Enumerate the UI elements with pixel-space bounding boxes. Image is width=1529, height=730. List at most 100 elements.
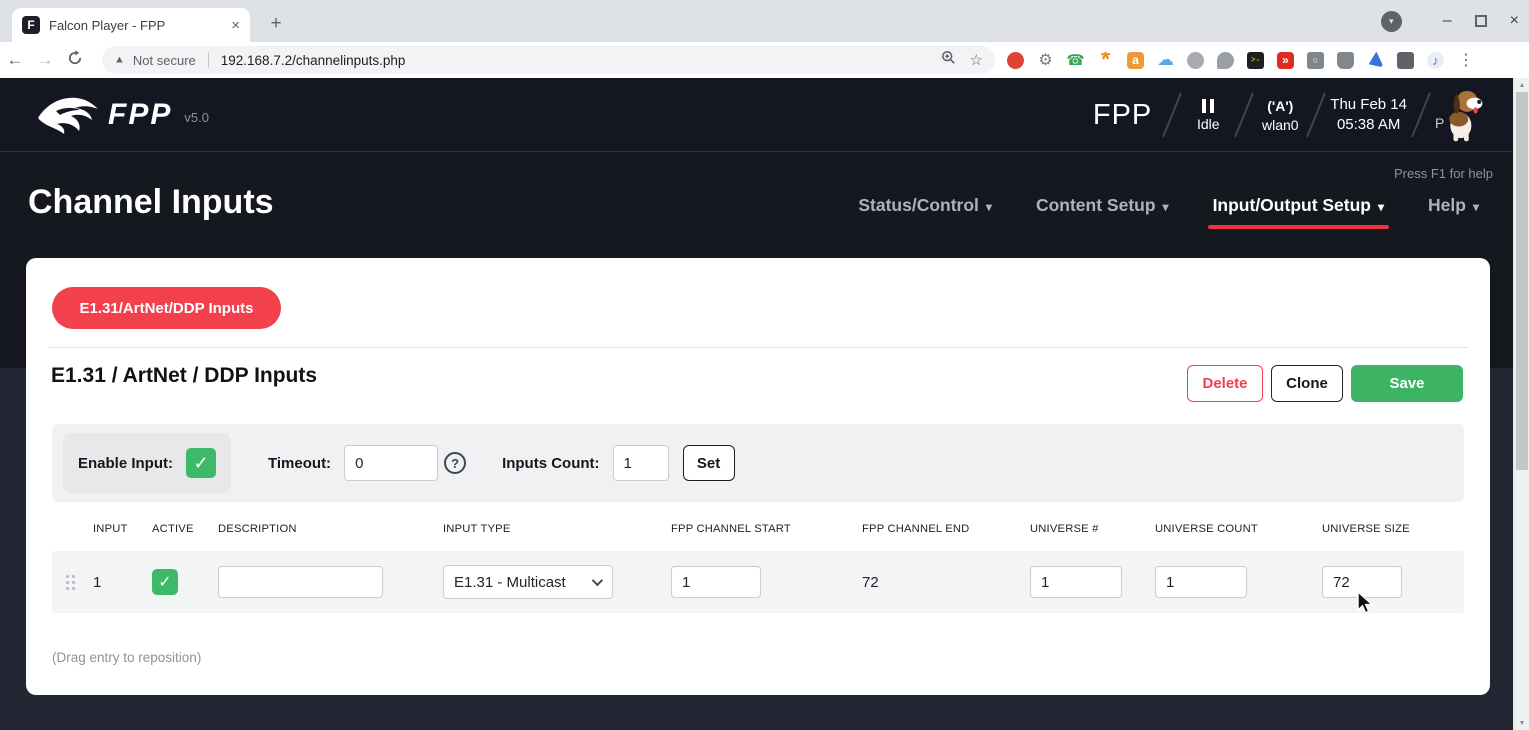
zoom-icon[interactable] xyxy=(941,50,956,70)
col-input: INPUT xyxy=(93,523,152,535)
divider xyxy=(208,52,209,68)
content-card: E1.31/ArtNet/DDP Inputs E1.31 / ArtNet /… xyxy=(26,258,1490,695)
new-tab-button[interactable]: + xyxy=(262,10,290,38)
tablet-icon[interactable]: ○ xyxy=(1307,52,1324,69)
enable-input-label: Enable Input: xyxy=(78,455,173,472)
time-label: 05:38 AM xyxy=(1330,115,1407,135)
wifi-icon: ('A') xyxy=(1267,98,1293,114)
mouse-cursor xyxy=(1356,591,1378,615)
input-type-select[interactable]: E1.31 - Multicast xyxy=(443,565,613,599)
menu-content-setup[interactable]: Content Setup ▾ xyxy=(1036,195,1169,216)
chevron-down-icon: ▾ xyxy=(1163,200,1169,214)
save-button[interactable]: Save xyxy=(1351,365,1463,402)
drag-hint: (Drag entry to reposition) xyxy=(52,650,201,665)
forward-icon: → xyxy=(30,50,60,70)
enable-input-checkbox[interactable]: ✓ xyxy=(186,448,216,478)
tab-close-icon[interactable]: × xyxy=(231,17,240,34)
table-header: INPUT ACTIVE DESCRIPTION INPUT TYPE FPP … xyxy=(52,516,1464,542)
favicon: F xyxy=(22,16,40,34)
scroll-down-icon[interactable]: ▼ xyxy=(1514,716,1529,730)
pause-icon xyxy=(1202,99,1214,113)
status-label: Idle xyxy=(1197,116,1220,132)
host-name: FPP xyxy=(1093,99,1152,132)
timeout-label: Timeout: xyxy=(268,455,331,472)
extensions-row: ⚙ ☎ * a ☁ >- » ○ ♪ xyxy=(1007,52,1444,69)
scroll-up-icon[interactable]: ▲ xyxy=(1514,78,1529,92)
minimize-button[interactable]: – xyxy=(1443,12,1452,30)
table-row: 1 ✓ E1.31 - Multicast 72 xyxy=(52,551,1464,613)
col-universe-number: UNIVERSE # xyxy=(1030,523,1155,535)
amazon-icon[interactable]: a xyxy=(1127,52,1144,69)
video-icon[interactable]: » xyxy=(1277,52,1294,69)
fpp-header: FPP v5.0 FPP Idle ('A') wlan0 Thu Feb 14… xyxy=(0,78,1513,152)
description-input[interactable] xyxy=(218,566,383,598)
tab-e131-artnet-ddp-inputs[interactable]: E1.31/ArtNet/DDP Inputs xyxy=(52,287,281,329)
section-title: E1.31 / ArtNet / DDP Inputs xyxy=(51,364,317,388)
fpp-logo-text[interactable]: FPP xyxy=(108,98,172,132)
scrollbar-thumb[interactable] xyxy=(1516,92,1528,470)
sun-icon[interactable]: * xyxy=(1097,52,1114,69)
col-input-type: INPUT TYPE xyxy=(443,523,671,535)
set-button[interactable]: Set xyxy=(683,445,735,481)
scrollbar[interactable]: ▲ ▼ xyxy=(1513,78,1529,730)
page-title: Channel Inputs xyxy=(28,183,274,222)
music-icon[interactable]: ♪ xyxy=(1427,52,1444,69)
gear-icon[interactable]: ⚙ xyxy=(1037,52,1054,69)
back-icon[interactable]: ← xyxy=(0,50,30,70)
browser-toolbar: ← → ▲ Not secure 192.168.7.2/channelinpu… xyxy=(0,42,1529,78)
refresh-icon[interactable] xyxy=(60,50,90,71)
inputs-count-input[interactable] xyxy=(613,445,669,481)
bookmark-star-icon[interactable]: ☆ xyxy=(970,51,983,69)
network-status: ('A') wlan0 xyxy=(1258,98,1302,133)
fpp-channel-start-input[interactable] xyxy=(671,566,761,598)
browser-menu-icon[interactable]: ⋮ xyxy=(1454,50,1478,70)
menu-input-output-setup[interactable]: Input/Output Setup ▾ xyxy=(1213,195,1384,216)
divider xyxy=(1234,92,1254,137)
row-input-number: 1 xyxy=(93,574,152,591)
delete-button[interactable]: Delete xyxy=(1187,365,1263,402)
avatar-letter: P xyxy=(1435,115,1444,131)
clone-button[interactable]: Clone xyxy=(1271,365,1343,402)
menu-help[interactable]: Help ▾ xyxy=(1428,195,1479,216)
divider xyxy=(48,347,1468,348)
active-checkbox[interactable]: ✓ xyxy=(152,569,178,595)
chevron-down-icon: ▾ xyxy=(1473,200,1479,214)
enable-input-group: Enable Input: ✓ xyxy=(63,433,231,493)
nut-icon[interactable] xyxy=(1187,52,1204,69)
col-description: DESCRIPTION xyxy=(218,523,443,535)
beagle-icon xyxy=(1443,87,1485,143)
universe-count-input[interactable] xyxy=(1155,566,1247,598)
adblock-icon[interactable] xyxy=(1007,52,1024,69)
warning-icon[interactable]: ▲ xyxy=(114,55,125,66)
screen: F Falcon Player - FPP × + ▾ – × ← → ▲ No… xyxy=(0,0,1529,730)
address-bar[interactable]: ▲ Not secure 192.168.7.2/channelinputs.p… xyxy=(102,46,995,74)
balloon-icon[interactable] xyxy=(1217,52,1234,69)
timeout-input[interactable] xyxy=(344,445,438,481)
url-text[interactable]: 192.168.7.2/channelinputs.php xyxy=(221,53,933,68)
falcon-logo-icon xyxy=(36,93,100,137)
terminal-icon[interactable]: >- xyxy=(1247,52,1264,69)
col-active: ACTIVE xyxy=(152,523,218,535)
fpp-version: v5.0 xyxy=(184,110,209,125)
feather-icon[interactable] xyxy=(1367,52,1384,69)
divider xyxy=(1411,92,1431,137)
person-icon[interactable] xyxy=(1337,52,1354,69)
close-button[interactable]: × xyxy=(1510,12,1519,30)
puzzle-icon[interactable] xyxy=(1397,52,1414,69)
tab-title: Falcon Player - FPP xyxy=(49,18,222,33)
browser-update-icon[interactable]: ▾ xyxy=(1381,11,1402,32)
menu-status-control[interactable]: Status/Control ▾ xyxy=(858,195,992,216)
phone-icon[interactable]: ☎ xyxy=(1067,52,1084,69)
drag-handle-icon[interactable] xyxy=(66,575,75,590)
help-question-icon[interactable]: ? xyxy=(444,452,466,474)
datetime: Thu Feb 14 05:38 AM xyxy=(1330,95,1407,135)
date-label: Thu Feb 14 xyxy=(1330,95,1407,115)
browser-tab[interactable]: F Falcon Player - FPP × xyxy=(12,8,250,42)
cloud-icon[interactable]: ☁ xyxy=(1157,52,1174,69)
maximize-button[interactable] xyxy=(1475,15,1487,27)
player-status: Idle xyxy=(1186,99,1230,132)
avatar[interactable]: P xyxy=(1443,87,1485,143)
col-universe-count: UNIVERSE COUNT xyxy=(1155,523,1322,535)
universe-number-input[interactable] xyxy=(1030,566,1122,598)
divider xyxy=(1162,92,1182,137)
